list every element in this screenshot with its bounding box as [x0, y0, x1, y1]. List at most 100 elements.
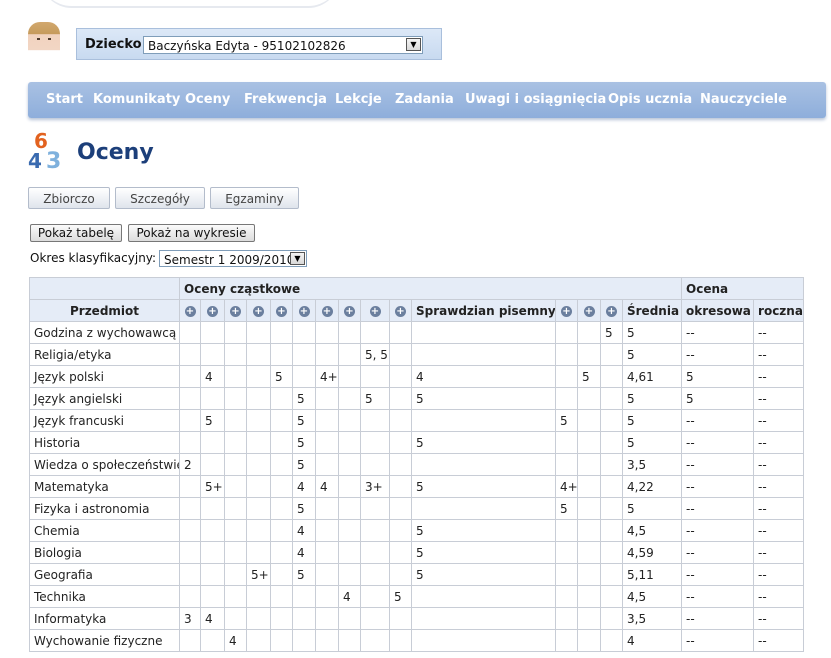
grade-cell[interactable] — [338, 629, 361, 652]
grade-cell[interactable] — [389, 365, 412, 388]
grade-cell[interactable] — [270, 475, 293, 498]
grade-cell[interactable] — [200, 497, 225, 520]
grade-cell[interactable] — [292, 321, 316, 344]
grade-cell[interactable] — [577, 453, 601, 476]
grade-cell[interactable] — [315, 541, 339, 564]
grade-cell[interactable] — [600, 585, 623, 608]
grade-cell[interactable] — [200, 563, 225, 586]
exam-grade-cell[interactable] — [411, 585, 556, 608]
grade-cell[interactable]: 4 — [292, 541, 316, 564]
add-grade-header[interactable]: + — [246, 299, 271, 322]
grade-cell[interactable]: 4 — [338, 585, 361, 608]
grade-cell[interactable]: 5 — [555, 497, 578, 520]
grade-cell[interactable] — [224, 475, 247, 498]
grade-cell[interactable] — [338, 519, 361, 542]
grade-cell[interactable] — [577, 475, 601, 498]
grade-cell[interactable] — [600, 607, 623, 630]
exam-grade-cell[interactable] — [411, 409, 556, 432]
grade-cell[interactable] — [315, 585, 339, 608]
grade-cell[interactable] — [555, 607, 578, 630]
grade-cell[interactable] — [224, 365, 247, 388]
grade-cell[interactable] — [224, 409, 247, 432]
add-grade-header[interactable]: + — [179, 299, 201, 322]
grade-cell[interactable] — [360, 409, 390, 432]
period-select[interactable]: Semestr 1 2009/2010 ▼ — [159, 250, 307, 267]
grade-cell[interactable]: 5 — [292, 387, 316, 410]
grade-cell[interactable] — [224, 563, 247, 586]
grade-cell[interactable] — [270, 563, 293, 586]
grade-cell[interactable] — [577, 541, 601, 564]
grade-cell[interactable] — [246, 497, 271, 520]
exam-grade-cell[interactable] — [411, 343, 556, 366]
grade-cell[interactable]: 5 — [292, 409, 316, 432]
grade-cell[interactable] — [246, 585, 271, 608]
grade-cell[interactable] — [338, 453, 361, 476]
grade-cell[interactable] — [338, 607, 361, 630]
grade-cell[interactable]: 5+ — [200, 475, 225, 498]
grade-cell[interactable]: 5 — [270, 365, 293, 388]
grade-cell[interactable] — [270, 607, 293, 630]
tab-zbiorczo[interactable]: Zbiorczo — [28, 187, 110, 209]
grade-cell[interactable] — [224, 519, 247, 542]
grade-cell[interactable] — [555, 365, 578, 388]
grade-cell[interactable] — [555, 585, 578, 608]
grade-cell[interactable] — [389, 387, 412, 410]
add-grade-header[interactable]: + — [292, 299, 316, 322]
grade-cell[interactable]: 4 — [292, 519, 316, 542]
grade-cell[interactable]: 4+ — [315, 365, 339, 388]
exam-grade-cell[interactable]: 5 — [411, 541, 556, 564]
grade-cell[interactable] — [338, 563, 361, 586]
grade-cell[interactable]: 5+ — [246, 563, 271, 586]
grade-cell[interactable] — [224, 321, 247, 344]
plus-circle-icon[interactable]: + — [561, 305, 572, 317]
grade-cell[interactable] — [555, 519, 578, 542]
grade-cell[interactable] — [200, 541, 225, 564]
add-grade-header[interactable]: + — [200, 299, 225, 322]
grade-cell[interactable] — [555, 431, 578, 454]
plus-circle-icon[interactable]: + — [395, 305, 406, 317]
grade-cell[interactable] — [224, 497, 247, 520]
grade-cell[interactable] — [600, 431, 623, 454]
grade-cell[interactable] — [246, 453, 271, 476]
nav-frekwencja[interactable]: Frekwencja — [244, 92, 327, 107]
grade-cell[interactable] — [360, 607, 390, 630]
grade-cell[interactable]: 5 — [600, 321, 623, 344]
grade-cell[interactable] — [179, 519, 201, 542]
grade-cell[interactable] — [292, 607, 316, 630]
exam-grade-cell[interactable]: 5 — [411, 519, 556, 542]
grade-cell[interactable] — [338, 409, 361, 432]
grade-cell[interactable] — [360, 563, 390, 586]
add-grade-header[interactable]: + — [270, 299, 293, 322]
grade-cell[interactable] — [179, 563, 201, 586]
grade-cell[interactable]: 3+ — [360, 475, 390, 498]
grade-cell[interactable] — [555, 321, 578, 344]
grade-cell[interactable] — [577, 321, 601, 344]
grade-cell[interactable]: 5 — [389, 585, 412, 608]
grade-cell[interactable] — [270, 541, 293, 564]
grade-cell[interactable] — [270, 409, 293, 432]
grade-cell[interactable]: 3 — [179, 607, 201, 630]
grade-cell[interactable] — [338, 321, 361, 344]
grade-cell[interactable] — [270, 321, 293, 344]
tab-szczegoly[interactable]: Szczegóły — [115, 187, 205, 209]
grade-cell[interactable] — [315, 431, 339, 454]
grade-cell[interactable] — [179, 321, 201, 344]
add-grade-header[interactable]: + — [338, 299, 361, 322]
grade-cell[interactable] — [338, 541, 361, 564]
grade-cell[interactable] — [246, 409, 271, 432]
grade-cell[interactable] — [246, 321, 271, 344]
grade-cell[interactable] — [600, 497, 623, 520]
nav-uwagi[interactable]: Uwagi i osiągnięcia — [465, 92, 606, 107]
grade-cell[interactable] — [389, 519, 412, 542]
plus-circle-icon[interactable]: + — [369, 305, 381, 317]
grade-cell[interactable] — [555, 541, 578, 564]
exam-grade-cell[interactable] — [411, 321, 556, 344]
grade-cell[interactable] — [179, 541, 201, 564]
grade-cell[interactable] — [338, 343, 361, 366]
grade-cell[interactable] — [389, 343, 412, 366]
grade-cell[interactable] — [555, 453, 578, 476]
nav-zadania[interactable]: Zadania — [395, 92, 454, 107]
grade-cell[interactable]: 4 — [292, 475, 316, 498]
grade-cell[interactable] — [389, 607, 412, 630]
grade-cell[interactable] — [600, 519, 623, 542]
